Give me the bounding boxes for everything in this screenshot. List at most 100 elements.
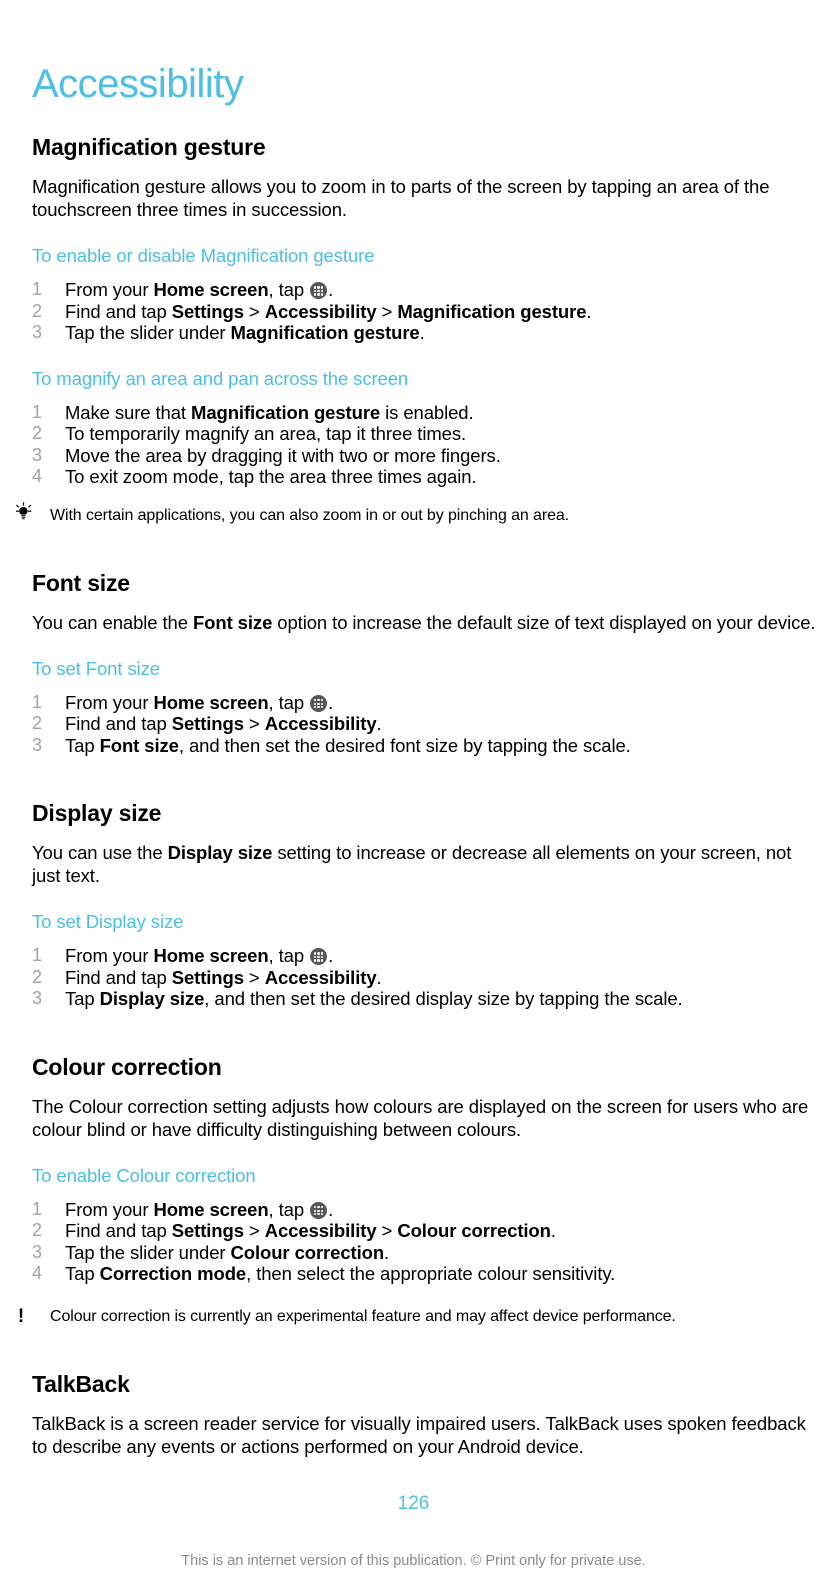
warning-note: ! Colour correction is currently an exper… <box>18 1307 817 1327</box>
plain-text: You can enable the <box>32 611 193 633</box>
emphasis-text: Settings <box>171 1220 244 1241</box>
emphasis-text: Home screen <box>153 691 269 713</box>
section-intro-paragraph: The Colour correction setting adjusts ho… <box>32 1095 809 1140</box>
plain-text: Tap the slider under <box>65 1241 231 1263</box>
plain-text: is enabled. <box>380 401 474 423</box>
plain-text: Find and tap <box>65 1220 172 1241</box>
procedure-step: 3 Move the area by dragging it with two o… <box>32 445 817 467</box>
procedure-step: 3 Tap the slider under Magnification gest… <box>32 322 817 344</box>
note-text: Colour correction is currently an experi… <box>50 1307 676 1325</box>
plain-text: To temporarily magnify an area, tap it t… <box>65 423 467 444</box>
document-page: Accessibility Magnification gesture Magni… <box>0 0 827 1587</box>
procedure-step: 1 From your Home screen, tap . <box>32 945 817 967</box>
footer-copyright-note: This is an internet version of this publ… <box>181 1553 646 1569</box>
plain-text: option to increase the default size of t… <box>272 611 816 633</box>
step-text: Find and tap Settings > Accessibility > … <box>65 300 592 322</box>
app-drawer-icon <box>310 694 328 712</box>
emphasis-text: Accessibility <box>264 966 377 988</box>
step-text: Find and tap Settings > Accessibility. <box>65 713 382 734</box>
procedure-step-list: 1 From your Home screen, tap . 2 Find and t… <box>32 279 817 344</box>
step-text: To temporarily magnify an area, tap it t… <box>65 423 466 444</box>
step-text: Tap Font size, and then set the desired … <box>65 735 631 756</box>
step-number: 3 <box>32 734 42 755</box>
step-text: To exit zoom mode, tap the area three ti… <box>65 466 477 487</box>
section-heading: Display size <box>32 800 162 826</box>
plain-text: From your <box>65 1198 154 1220</box>
plain-text: To exit zoom mode, tap the area three ti… <box>65 466 477 487</box>
procedure-step: 4 Tap Correction mode, then select the ap… <box>32 1263 817 1285</box>
plain-text: From your <box>65 691 154 713</box>
step-number: 3 <box>32 1241 42 1262</box>
step-number: 1 <box>32 279 42 299</box>
procedure-heading: To enable or disable Magnification gestu… <box>32 245 375 266</box>
procedure-step-list: 1 From your Home screen, tap . 2 Find and t… <box>32 692 817 757</box>
procedure-step: 1 From your Home screen, tap . <box>32 692 817 714</box>
step-number: 4 <box>32 1263 42 1283</box>
emphasis-text: Font size <box>99 734 179 756</box>
emphasis-text: Accessibility <box>264 1220 377 1241</box>
plain-text: . <box>384 1241 390 1263</box>
step-text: Move the area by dragging it with two or… <box>65 445 501 466</box>
emphasis-text: Correction mode <box>99 1263 247 1284</box>
plain-text: > <box>243 713 265 734</box>
procedure-step: 2 To temporarily magnify an area, tap it … <box>32 423 817 445</box>
plain-text: > <box>243 300 265 322</box>
step-text: From your Home screen, tap . <box>65 945 333 966</box>
plain-text: , then select the appropriate colour sen… <box>246 1263 616 1284</box>
plain-text: Tap <box>65 988 100 1009</box>
step-number: 2 <box>32 713 42 733</box>
step-text: Find and tap Settings > Accessibility. <box>65 967 382 988</box>
emphasis-text: Settings <box>171 713 244 734</box>
plain-text: Find and tap <box>65 966 172 988</box>
emphasis-text: Display size <box>167 842 273 863</box>
emphasis-text: Accessibility <box>264 300 377 322</box>
step-number: 1 <box>32 1198 42 1219</box>
step-text: Tap the slider under Colour correction. <box>65 1242 389 1263</box>
procedure-step-list: 1 From your Home screen, tap . 2 Find and t… <box>32 945 817 1010</box>
plain-text: , tap <box>268 945 310 966</box>
procedure-step: 2 Find and tap Settings > Accessibility. <box>32 713 817 735</box>
plain-text: Tap the slider under <box>65 322 231 343</box>
step-number: 2 <box>32 966 42 987</box>
emphasis-text: Magnification gesture <box>397 300 587 322</box>
plain-text: , and then set the desired display size … <box>204 988 683 1009</box>
procedure-step: 3 Tap the slider under Colour correction. <box>32 1242 817 1264</box>
plain-text: Find and tap <box>65 713 172 734</box>
plain-text: . <box>376 713 382 734</box>
lightbulb-icon <box>13 501 35 524</box>
plain-text: > <box>243 1220 265 1241</box>
procedure-step-list: 1 Make sure that Magnification gesture is… <box>32 402 817 488</box>
procedure-step: 3 Tap Font size, and then set the desired… <box>32 735 817 757</box>
plain-text: . <box>328 945 334 966</box>
emphasis-text: Home screen <box>153 1198 269 1220</box>
emphasis-text: Magnification gesture <box>230 322 420 343</box>
emphasis-text: Settings <box>171 300 244 322</box>
section-intro-paragraph: Magnification gesture allows you to zoom… <box>32 176 770 220</box>
step-number: 1 <box>32 401 42 422</box>
plain-text: You can use the <box>32 842 168 863</box>
app-drawer-icon <box>310 282 328 299</box>
step-text: From your Home screen, tap . <box>65 1199 333 1220</box>
procedure-heading: To enable Colour correction <box>32 1164 256 1186</box>
plain-text: From your <box>65 279 154 300</box>
exclamation-icon: ! <box>17 1305 25 1327</box>
step-text: Tap Correction mode, then select the app… <box>65 1263 615 1284</box>
plain-text: Tap <box>65 1263 100 1284</box>
